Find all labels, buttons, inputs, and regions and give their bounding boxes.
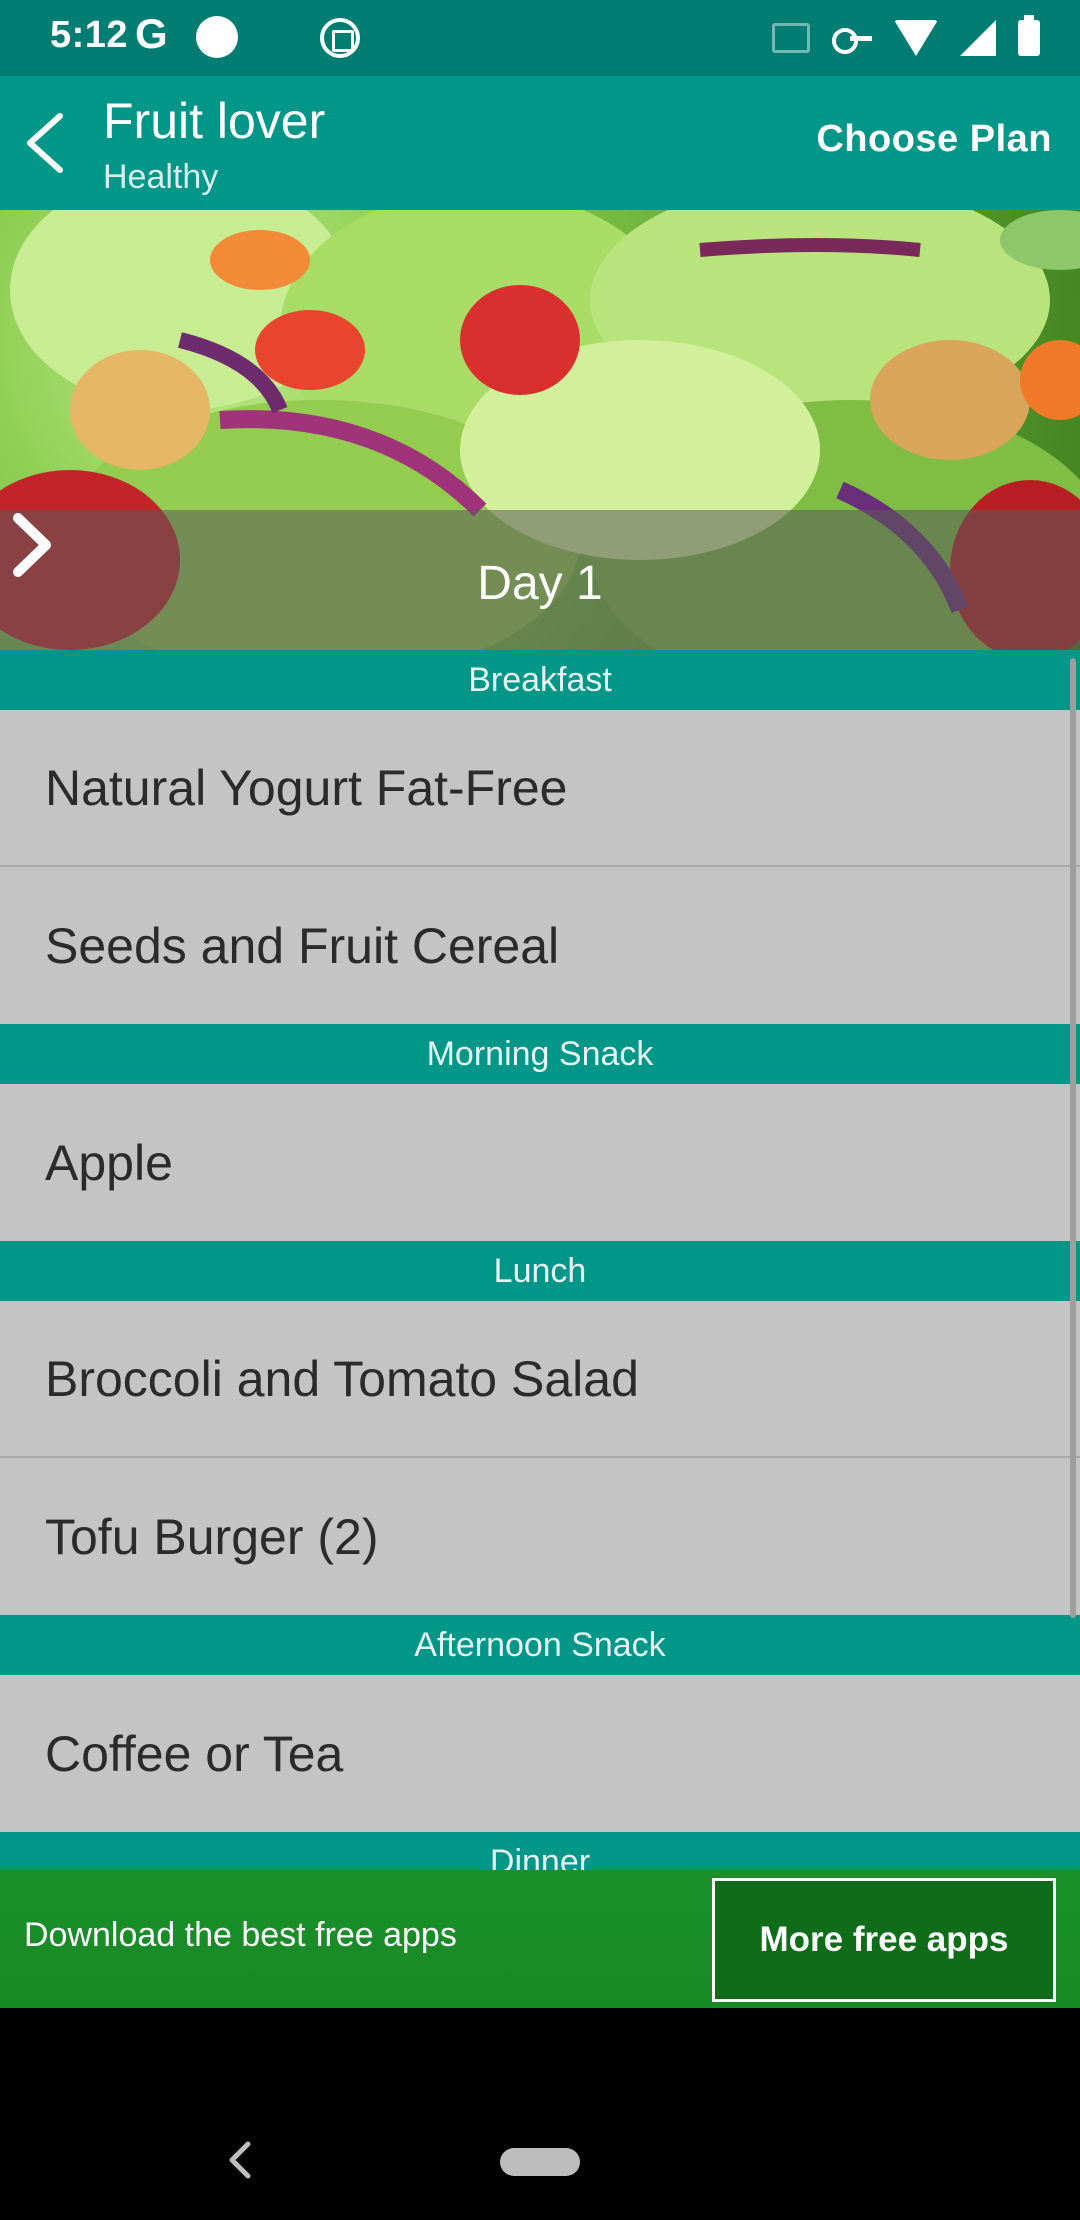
section-header-morning-snack: Morning Snack (0, 1024, 1080, 1084)
next-day-chevron-icon[interactable] (0, 510, 64, 580)
section-header-breakfast: Breakfast (0, 650, 1080, 710)
circle-notification-icon (196, 16, 238, 58)
section-header-lunch: Lunch (0, 1241, 1080, 1301)
meal-item[interactable]: Seeds and Fruit Cereal (0, 867, 1080, 1024)
status-icons (772, 15, 1040, 60)
meal-item[interactable]: Coffee or Tea (0, 1675, 1080, 1832)
arrow-back-icon (27, 113, 63, 173)
meal-item[interactable]: Natural Yogurt Fat-Free (0, 710, 1080, 867)
day-selector: Day 1 (0, 510, 1080, 650)
system-nav-bar (0, 2008, 1080, 2220)
vpn-key-icon (832, 28, 872, 54)
nav-back-icon[interactable] (220, 2138, 260, 2182)
app-bar: Fruit lover Healthy Choose Plan (0, 76, 1080, 210)
app-notification-icon (320, 18, 360, 58)
section-header-afternoon-snack: Afternoon Snack (0, 1615, 1080, 1675)
meal-item[interactable]: Tofu Burger (2) (0, 1458, 1080, 1615)
wifi-icon (894, 20, 938, 56)
meal-item[interactable]: Apple (0, 1084, 1080, 1241)
choose-plan-button[interactable]: Choose Plan (816, 118, 1052, 161)
hero-salad-image: Day 1 (0, 210, 1080, 650)
google-icon: G (135, 10, 168, 57)
cell-signal-icon (960, 20, 996, 56)
nav-home-pill[interactable] (500, 2148, 580, 2176)
ad-text: Download the best free apps (24, 1916, 457, 1954)
status-time: 5:12 (50, 14, 129, 56)
page-subtitle: Healthy (103, 158, 219, 196)
page-title: Fruit lover (103, 93, 326, 149)
section-header-dinner: Dinner (0, 1832, 1080, 1870)
cast-icon (772, 23, 810, 53)
battery-charging-icon (1018, 15, 1040, 56)
meal-item[interactable]: Broccoli and Tomato Salad (0, 1301, 1080, 1458)
ad-banner[interactable]: Download the best free apps More free ap… (0, 1870, 1080, 2008)
meal-list[interactable]: Breakfast Natural Yogurt Fat-Free Seeds … (0, 650, 1080, 1870)
list-scrollbar[interactable] (1070, 658, 1076, 1618)
more-free-apps-button[interactable]: More free apps (712, 1878, 1056, 2002)
day-label: Day 1 (477, 557, 603, 610)
back-button[interactable] (0, 76, 90, 210)
status-bar: 5:12 G (0, 0, 1080, 76)
